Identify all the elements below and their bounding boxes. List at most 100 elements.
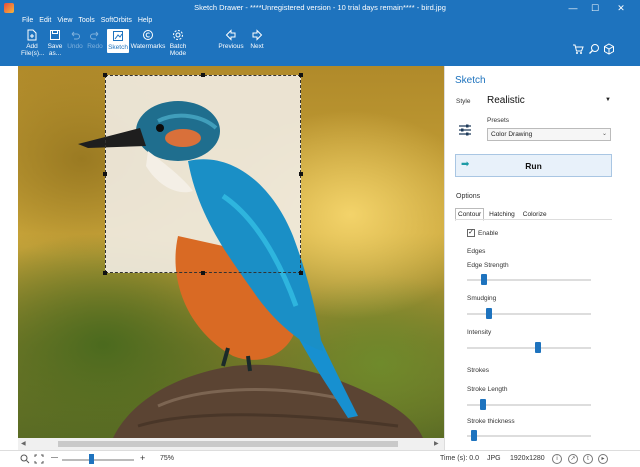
save-as-label: Save as... (47, 43, 63, 57)
menu-softorbits[interactable]: SoftOrbits (101, 17, 132, 27)
share-icon[interactable]: ↗ (568, 454, 578, 464)
intensity-label: Intensity (467, 329, 492, 336)
crop-selection[interactable] (103, 73, 303, 275)
ribbon-toolbar: File Edit View Tools SoftOrbits Help Add… (0, 16, 640, 66)
panel-scrollbar[interactable] (622, 66, 640, 450)
edges-heading: Edges (467, 248, 486, 255)
watermarks-button[interactable]: Watermarks (131, 29, 165, 50)
sliders-icon (459, 124, 471, 136)
menu-tools[interactable]: Tools (78, 17, 94, 27)
branch-shape (113, 364, 423, 438)
tabs-divider (455, 219, 612, 220)
redo-icon (90, 31, 99, 40)
menu-edit[interactable]: Edit (39, 17, 51, 27)
zoom-slider-thumb[interactable] (88, 454, 94, 464)
add-files-label: Add File(s)... (21, 43, 45, 57)
run-button[interactable]: ➡ Run (455, 154, 612, 177)
selection-handle-w[interactable] (103, 172, 107, 176)
zoom-in-button[interactable]: + (140, 453, 145, 463)
add-file-icon (27, 29, 37, 41)
next-button[interactable]: Next (247, 29, 267, 50)
batch-mode-label: Batch Mode (169, 43, 187, 57)
style-label: Style (456, 98, 471, 105)
options-label: Options (456, 193, 481, 200)
undo-button[interactable]: Undo (66, 29, 84, 50)
maximize-button[interactable]: ☐ (588, 2, 602, 14)
selection-handle-nw[interactable] (103, 73, 107, 77)
previous-button[interactable]: Previous (217, 29, 245, 50)
selection-handle-n[interactable] (201, 73, 205, 77)
fit-window-icon[interactable] (34, 454, 44, 464)
presets-value: Color Drawing (491, 131, 533, 138)
intensity-thumb[interactable] (535, 342, 542, 353)
watermarks-label: Watermarks (130, 43, 166, 50)
copyright-icon (143, 30, 153, 40)
horizontal-scrollbar[interactable]: ◀ ▶ (18, 438, 444, 450)
add-files-button[interactable]: Add File(s)... (21, 29, 45, 57)
stroke-length-label: Stroke Length (467, 386, 508, 393)
smudging-thumb[interactable] (485, 308, 492, 319)
zoom-out-button[interactable]: — (51, 454, 58, 461)
search-icon[interactable] (588, 43, 600, 55)
strokes-heading: Strokes (467, 367, 490, 374)
selection-handle-s[interactable] (201, 271, 205, 275)
canvas-left-gutter (0, 66, 18, 438)
batch-mode-button[interactable]: Batch Mode (166, 29, 190, 57)
presets-label: Presets (487, 117, 510, 124)
chevron-down-icon: ⌄ (601, 131, 607, 137)
youtube-icon[interactable]: ▸ (598, 454, 608, 464)
save-icon (50, 30, 60, 40)
menu-help[interactable]: Help (138, 17, 152, 27)
intensity-slider[interactable] (467, 347, 591, 349)
window-title: Sketch Drawer - ****Unregistered version… (194, 3, 446, 12)
info-icon[interactable]: i (552, 454, 562, 464)
menu-bar: File Edit View Tools SoftOrbits Help (22, 17, 152, 27)
close-button[interactable]: ✕ (614, 2, 628, 14)
scroll-left-icon[interactable]: ◀ (21, 440, 26, 447)
stroke-thickness-thumb[interactable] (470, 430, 477, 441)
horizontal-scroll-thumb[interactable] (58, 441, 398, 447)
edge-strength-thumb[interactable] (481, 274, 488, 285)
sketch-button[interactable]: Sketch (107, 29, 129, 53)
selection-handle-sw[interactable] (103, 271, 107, 275)
image-canvas[interactable] (18, 66, 444, 438)
image-dimensions: 1920x1280 (510, 455, 545, 462)
edge-strength-label: Edge Strength (467, 262, 509, 269)
save-as-button[interactable]: Save as... (46, 29, 64, 57)
gear-icon (173, 30, 183, 40)
smudging-label: Smudging (467, 295, 497, 302)
stroke-thickness-label: Stroke thickness (467, 418, 515, 425)
time-readout: Time (s): 0.0 (440, 455, 480, 462)
settings-panel: Sketch Style Realistic ▼ Presets Color D… (444, 66, 622, 450)
menu-file[interactable]: File (22, 17, 33, 27)
enable-checkbox[interactable]: ✓ (467, 229, 475, 237)
presets-select[interactable]: Color Drawing ⌄ (487, 128, 611, 141)
selection-handle-ne[interactable] (299, 73, 303, 77)
style-select[interactable]: Realistic (487, 95, 525, 106)
title-bar: Sketch Drawer - ****Unregistered version… (0, 0, 640, 16)
sketch-label: Sketch (108, 44, 128, 51)
scroll-right-icon[interactable]: ▶ (434, 440, 439, 447)
minimize-button[interactable]: — (566, 2, 580, 14)
image-format: JPG (487, 455, 501, 462)
menu-view[interactable]: View (57, 17, 72, 27)
zoom-slider-track[interactable] (62, 459, 134, 461)
style-dropdown-icon[interactable]: ▼ (605, 97, 611, 103)
enable-label: Enable (478, 230, 499, 237)
undo-label: Undo (67, 43, 83, 50)
redo-button[interactable]: Redo (86, 29, 104, 50)
stroke-length-thumb[interactable] (479, 399, 486, 410)
twitter-icon[interactable]: t (583, 454, 593, 464)
arrow-right-icon (252, 29, 263, 41)
zoom-percent: 75% (160, 455, 175, 462)
zoom-fit-icon[interactable] (20, 454, 30, 464)
panel-title: Sketch (455, 75, 486, 86)
undo-icon (71, 31, 80, 40)
selection-handle-se[interactable] (299, 271, 303, 275)
sketch-icon (113, 31, 123, 41)
stroke-thickness-slider[interactable] (467, 435, 591, 437)
selection-handle-e[interactable] (299, 172, 303, 176)
status-bar: — + 75% Time (s): 0.0 JPG 1920x1280 i ↗ … (0, 450, 640, 467)
cube-icon[interactable] (603, 43, 615, 55)
cart-icon[interactable] (572, 43, 584, 55)
